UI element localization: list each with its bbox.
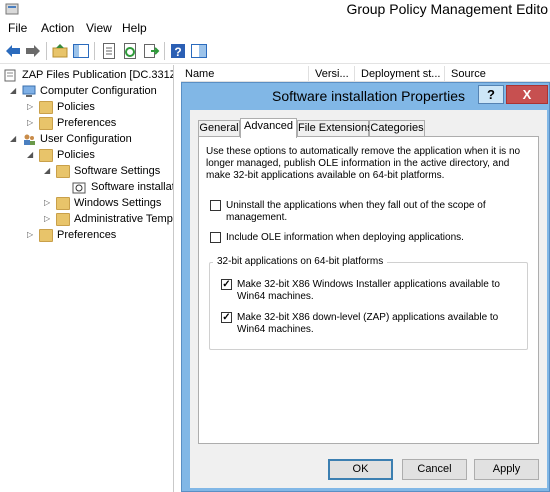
- ole-label: Include OLE information when deploying a…: [226, 232, 464, 243]
- tree-item-gpo-root[interactable]: ZAP Files Publication [DC.331Z: [0, 68, 173, 84]
- x86-installer-label: Make 32-bit X86 Windows Installer applic…: [237, 279, 500, 302]
- properties-icon[interactable]: [100, 42, 118, 60]
- expand-arrow-icon[interactable]: ▷: [44, 199, 52, 207]
- help-icon[interactable]: ?: [169, 42, 187, 60]
- folder-icon: [39, 101, 53, 114]
- tree-item-user-configuration[interactable]: ◢ User Configuration: [0, 132, 173, 148]
- column-source[interactable]: Source: [451, 68, 486, 80]
- tree-item-user-preferences[interactable]: ▷ Preferences: [0, 228, 173, 244]
- collapse-arrow-icon[interactable]: ◢: [10, 135, 18, 143]
- column-version[interactable]: Versi...: [315, 68, 349, 80]
- export-list-icon[interactable]: [142, 42, 160, 60]
- ole-checkbox[interactable]: [210, 232, 221, 243]
- dialog-body: General Advanced File Extensions Categor…: [190, 110, 547, 488]
- back-arrow-icon[interactable]: [4, 42, 22, 60]
- close-button[interactable]: X: [506, 85, 548, 104]
- uninstall-label: Uninstall the applications when they fal…: [226, 200, 486, 223]
- list-header: Name Versi... Deployment st... Source: [181, 66, 550, 82]
- platform-group-title: 32-bit applications on 64-bit platforms: [213, 256, 388, 267]
- tree-item-preferences[interactable]: ▷ Preferences: [0, 116, 173, 132]
- computer-icon: [22, 85, 36, 97]
- x86-zap-label: Make 32-bit X86 down-level (ZAP) applica…: [237, 312, 499, 335]
- folder-icon: [39, 149, 53, 162]
- folder-icon: [56, 165, 70, 178]
- collapse-arrow-icon[interactable]: ◢: [10, 87, 18, 95]
- expand-arrow-icon[interactable]: ▷: [27, 231, 35, 239]
- apply-button[interactable]: Apply: [474, 459, 539, 480]
- column-deployment-state[interactable]: Deployment st...: [361, 68, 440, 80]
- menu-file[interactable]: File: [8, 21, 27, 35]
- help-button[interactable]: ?: [478, 85, 504, 104]
- folder-icon: [56, 197, 70, 210]
- cancel-button[interactable]: Cancel: [402, 459, 467, 480]
- advanced-description: Use these options to automatically remov…: [206, 146, 521, 181]
- tree-item-policies[interactable]: ▷ Policies: [0, 100, 173, 116]
- platform-groupbox: [209, 262, 528, 350]
- tree-item-software-installation[interactable]: Software installat: [0, 180, 173, 196]
- x86-zap-checkbox[interactable]: ✓: [221, 312, 232, 323]
- refresh-icon[interactable]: [121, 42, 139, 60]
- software-installation-properties-dialog: Software installation Properties ? X Gen…: [181, 82, 550, 492]
- tree-item-computer-configuration[interactable]: ◢ Computer Configuration: [0, 84, 173, 100]
- expand-arrow-icon[interactable]: ▷: [27, 119, 35, 127]
- software-install-icon: [72, 182, 86, 194]
- users-icon: [24, 134, 35, 145]
- gpo-scroll-icon: [4, 69, 16, 82]
- tab-file-extensions[interactable]: File Extensions: [297, 120, 373, 137]
- up-folder-icon[interactable]: [51, 42, 69, 60]
- menu-help[interactable]: Help: [122, 21, 147, 35]
- ok-button[interactable]: OK: [328, 459, 393, 480]
- menu-action[interactable]: Action: [41, 21, 74, 35]
- tree-item-software-settings[interactable]: ◢ Software Settings: [0, 164, 173, 180]
- window-title-bar: Group Policy Management Edito: [0, 0, 550, 19]
- window-title: Group Policy Management Edito: [346, 1, 548, 17]
- collapse-arrow-icon[interactable]: ◢: [27, 151, 35, 159]
- x86-installer-checkbox[interactable]: ✓: [221, 279, 232, 290]
- svg-text:?: ?: [174, 45, 181, 59]
- tree-item-user-policies[interactable]: ◢ Policies: [0, 148, 173, 164]
- gpo-editor-icon: [5, 3, 19, 15]
- tab-general[interactable]: General: [198, 120, 240, 137]
- forward-arrow-icon[interactable]: [24, 42, 42, 60]
- console-tree: ZAP Files Publication [DC.331Z ◢ Compute…: [0, 65, 174, 492]
- folder-icon: [39, 117, 53, 130]
- folder-icon: [39, 229, 53, 242]
- uninstall-checkbox[interactable]: [210, 200, 221, 211]
- tab-advanced[interactable]: Advanced: [240, 118, 297, 138]
- show-hide-tree-icon[interactable]: [72, 42, 90, 60]
- column-name[interactable]: Name: [185, 68, 214, 80]
- expand-arrow-icon[interactable]: ▷: [44, 215, 52, 223]
- menu-bar: File Action View Help: [0, 19, 550, 38]
- expand-arrow-icon[interactable]: ▷: [27, 103, 35, 111]
- tree-item-windows-settings[interactable]: ▷ Windows Settings: [0, 196, 173, 212]
- collapse-arrow-icon[interactable]: ◢: [44, 167, 52, 175]
- tab-categories[interactable]: Categories: [369, 120, 425, 137]
- folder-icon: [56, 213, 70, 226]
- tree-item-administrative-templates[interactable]: ▷ Administrative Temp: [0, 212, 173, 228]
- menu-view[interactable]: View: [86, 21, 112, 35]
- toolbar: ?: [0, 38, 550, 64]
- console-view-icon[interactable]: [190, 42, 208, 60]
- dialog-title-bar[interactable]: Software installation Properties ? X: [182, 83, 549, 108]
